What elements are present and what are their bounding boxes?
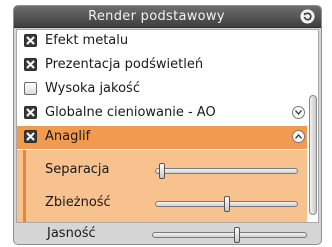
option-highlight-presentation[interactable]: Prezentacja podświetleń bbox=[17, 54, 307, 77]
separation-label: Separacja bbox=[45, 162, 110, 177]
option-label: Anaglif bbox=[45, 129, 91, 144]
slider-thumb[interactable] bbox=[224, 196, 230, 212]
slider-thumb[interactable] bbox=[234, 227, 240, 243]
section-marker bbox=[23, 150, 26, 222]
anaglyph-settings: Separacja Zbieżność bbox=[17, 150, 307, 222]
vertical-scrollbar[interactable] bbox=[309, 31, 317, 221]
option-label: Wysoka jakość bbox=[45, 81, 140, 96]
chevron-down-icon[interactable] bbox=[292, 106, 305, 119]
slider-thumb[interactable] bbox=[159, 163, 165, 179]
convergence-label: Zbieżność bbox=[45, 195, 111, 210]
option-label: Prezentacja podświetleń bbox=[45, 57, 204, 72]
scrollbar-thumb[interactable] bbox=[309, 95, 317, 215]
option-global-shading[interactable]: Globalne cieniowanie - AO bbox=[17, 102, 307, 125]
option-metal-effect[interactable]: Efekt metalu bbox=[17, 30, 307, 53]
render-panel: Render podstawowy Efekt metalu Prezentac… bbox=[13, 5, 322, 245]
checkbox[interactable] bbox=[24, 130, 37, 143]
chevron-up-icon[interactable] bbox=[292, 130, 305, 143]
option-label: Efekt metalu bbox=[45, 33, 129, 48]
options-list: Efekt metalu Prezentacja podświetleń Wys… bbox=[16, 29, 319, 223]
checkbox[interactable] bbox=[24, 34, 37, 47]
convergence-slider[interactable] bbox=[155, 196, 298, 212]
checkbox[interactable] bbox=[24, 82, 37, 95]
checkbox[interactable] bbox=[24, 106, 37, 119]
reset-icon[interactable] bbox=[300, 9, 315, 24]
brightness-slider[interactable] bbox=[152, 227, 307, 243]
panel-title: Render podstawowy bbox=[88, 9, 225, 24]
option-anaglyph[interactable]: Anaglif bbox=[17, 126, 307, 149]
option-high-quality[interactable]: Wysoka jakość bbox=[17, 78, 307, 101]
title-bar: Render podstawowy bbox=[14, 6, 321, 28]
option-label: Globalne cieniowanie - AO bbox=[45, 105, 216, 120]
brightness-label: Jasność bbox=[47, 226, 96, 241]
checkbox[interactable] bbox=[24, 58, 37, 71]
separation-slider[interactable] bbox=[155, 163, 298, 179]
